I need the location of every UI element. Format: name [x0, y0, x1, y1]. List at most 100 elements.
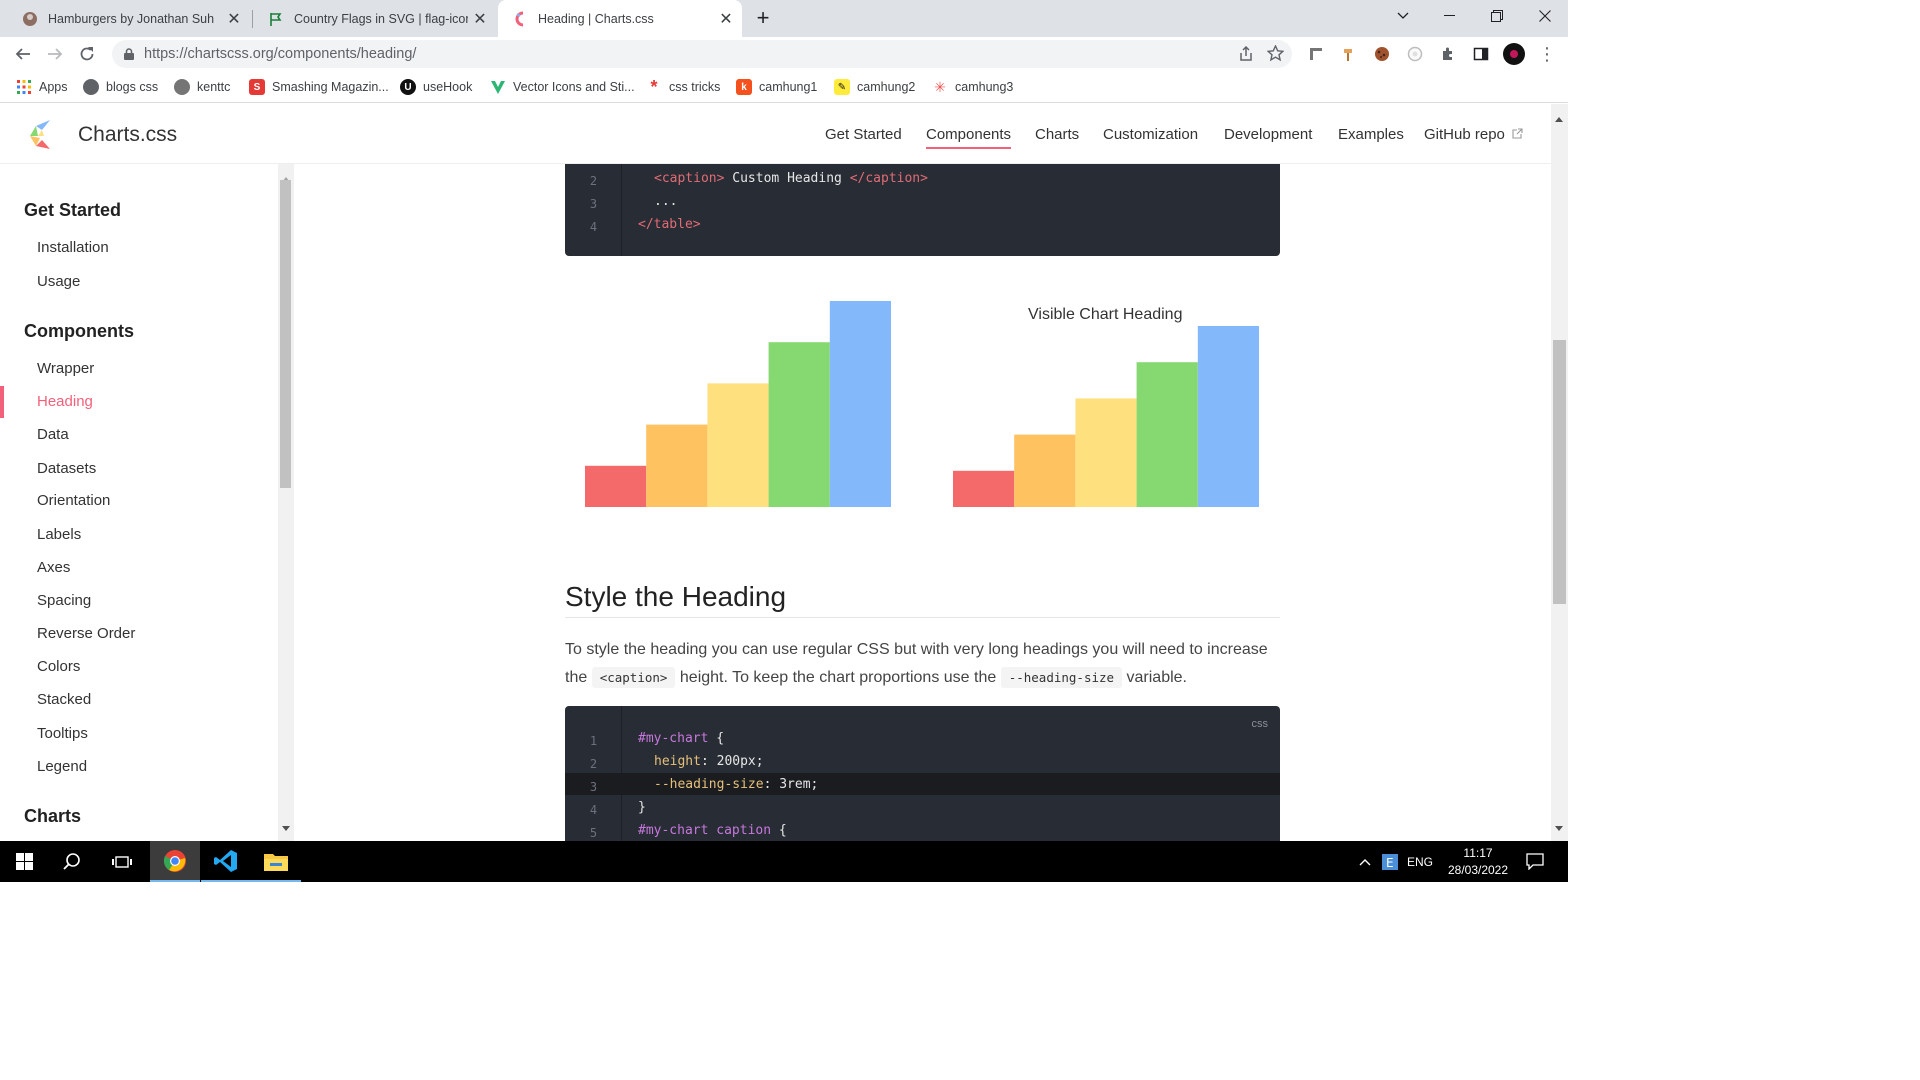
chart-bar-2 — [1014, 434, 1076, 507]
code-token: : 3rem; — [763, 777, 819, 792]
site-logo-text[interactable]: Charts.css — [78, 123, 177, 147]
sidebar-group-get-started[interactable]: Get Started — [24, 200, 121, 221]
sidebar-item-installation[interactable]: Installation — [37, 239, 109, 256]
code-line-1: #my-chart { — [638, 731, 724, 746]
restore-icon[interactable] — [1474, 0, 1520, 32]
sidebar-item-spacing[interactable]: Spacing — [37, 592, 91, 609]
flower-icon: ✳ — [934, 78, 946, 95]
profile-avatar[interactable] — [1501, 41, 1527, 67]
bar-chart-visible-heading — [953, 326, 1259, 507]
chart-visible-heading: Visible Chart Heading — [1028, 306, 1183, 323]
close-tab-icon[interactable]: ✕ — [468, 7, 492, 31]
section-paragraph: To style the heading you can use regular… — [565, 636, 1285, 692]
tab-hamburgers[interactable]: Hamburgers by Jonathan Suh ✕ — [8, 0, 250, 37]
inline-code-caption: <caption> — [591, 667, 676, 688]
extensions-puzzle-icon[interactable] — [1435, 41, 1461, 67]
docs-sidebar: Get Started Installation Usage Component… — [0, 164, 278, 841]
task-view-icon[interactable] — [98, 841, 146, 882]
code-token: { — [771, 823, 787, 838]
bookmark-blogs-css[interactable]: blogs css — [83, 77, 158, 97]
lock-icon[interactable] — [124, 48, 134, 60]
sidebar-item-usage[interactable]: Usage — [37, 273, 80, 290]
sidebar-item-colors[interactable]: Colors — [37, 658, 80, 675]
bookmark-camhung1[interactable]: k camhung1 — [736, 77, 817, 97]
clock-date: 28/03/2022 — [1447, 862, 1509, 877]
forward-arrow-icon[interactable] — [42, 41, 68, 67]
sidebar-item-datasets[interactable]: Datasets — [37, 460, 96, 477]
bookmark-usehook[interactable]: UuseHook — [400, 77, 472, 97]
bookmark-kenttc[interactable]: kenttc — [174, 77, 230, 97]
sidebar-group-components[interactable]: Components — [24, 321, 134, 342]
nav-development[interactable]: Development — [1224, 126, 1312, 143]
close-tab-icon[interactable]: ✕ — [714, 7, 738, 31]
nav-components[interactable]: Components — [926, 126, 1012, 149]
chartscss-logo-icon[interactable] — [26, 116, 56, 157]
sidebar-item-legend[interactable]: Legend — [37, 758, 87, 775]
sidebar-item-heading[interactable]: Heading — [37, 393, 93, 410]
nav-github-repo[interactable]: GitHub repo — [1424, 126, 1523, 143]
chart-bar-4 — [768, 342, 830, 507]
chrome-taskbar-icon[interactable] — [150, 841, 200, 882]
bookmark-smashing[interactable]: S Smashing Magazin... — [249, 77, 389, 97]
tab-search-chevron-icon[interactable] — [1380, 0, 1426, 32]
vector-icon — [490, 79, 506, 95]
sidebar-item-labels[interactable]: Labels — [37, 526, 81, 543]
browser-menu-icon[interactable]: ⋮ — [1534, 41, 1560, 67]
sidebar-item-reverse-order[interactable]: Reverse Order — [37, 625, 135, 642]
bookmark-apps[interactable]: Apps — [16, 77, 68, 97]
chart-bar-5 — [1197, 326, 1259, 507]
share-icon[interactable] — [1238, 45, 1254, 67]
back-arrow-icon[interactable] — [10, 41, 36, 67]
vscode-taskbar-icon[interactable] — [201, 841, 251, 882]
bookmark-star-icon[interactable] — [1266, 44, 1285, 67]
nav-examples[interactable]: Examples — [1338, 126, 1404, 143]
sidebar-item-axes[interactable]: Axes — [37, 559, 70, 576]
side-panel-icon[interactable] — [1468, 41, 1494, 67]
sidebar-item-stacked[interactable]: Stacked — [37, 691, 91, 708]
nav-charts[interactable]: Charts — [1035, 126, 1079, 143]
file-explorer-taskbar-icon[interactable] — [251, 841, 301, 882]
tab-flag-icons[interactable]: Country Flags in SVG | flag-icons ✕ — [254, 0, 496, 37]
extension-circle-icon[interactable] — [1402, 41, 1428, 67]
reload-icon[interactable] — [74, 41, 100, 67]
windows-start-icon[interactable] — [0, 841, 48, 882]
extension-hammer-icon[interactable] — [1336, 41, 1362, 67]
sidebar-active-indicator — [0, 386, 4, 418]
bookmark-label: kenttc — [197, 80, 231, 94]
scroll-down-arrow-icon[interactable] — [282, 818, 290, 836]
close-tab-icon[interactable]: ✕ — [222, 7, 246, 31]
sidebar-item-orientation[interactable]: Orientation — [37, 492, 110, 509]
sidebar-scroll-thumb[interactable] — [280, 180, 291, 488]
clock[interactable]: 11:17 28/03/2022 — [1440, 841, 1516, 882]
bookmark-css-tricks[interactable]: * css tricks — [646, 77, 720, 97]
extension-flag-icon[interactable] — [1303, 41, 1329, 67]
tab-heading-chartscss[interactable]: Heading | Charts.css ✕ — [498, 0, 742, 37]
paragraph-text: height. To keep the chart proportions us… — [679, 669, 997, 686]
close-window-icon[interactable] — [1522, 0, 1568, 32]
sidebar-group-charts[interactable]: Charts — [24, 806, 81, 827]
sidebar-item-tooltips[interactable]: Tooltips — [37, 725, 88, 742]
search-icon[interactable] — [48, 841, 96, 882]
input-method-icon[interactable]: E — [1380, 841, 1400, 882]
minimize-icon[interactable] — [1426, 0, 1472, 32]
extension-cookie-icon[interactable] — [1369, 41, 1395, 67]
page-scroll-thumb[interactable] — [1553, 340, 1566, 604]
scroll-down-arrow-icon[interactable] — [1555, 818, 1563, 836]
bookmark-label: Vector Icons and Sti... — [513, 80, 635, 94]
bookmark-camhung2[interactable]: ✎ camhung2 — [834, 77, 915, 97]
bookmark-camhung3[interactable]: ✳ camhung3 — [932, 77, 1013, 97]
language-indicator[interactable]: ENG — [1404, 841, 1436, 882]
new-tab-plus-icon[interactable]: + — [750, 5, 776, 31]
bookmark-vector-icons[interactable]: Vector Icons and Sti... — [490, 77, 635, 97]
sidebar-item-wrapper[interactable]: Wrapper — [37, 360, 94, 377]
code-token: height — [654, 754, 701, 769]
sidebar-item-data[interactable]: Data — [37, 426, 69, 443]
nav-get-started[interactable]: Get Started — [825, 126, 902, 143]
nav-customization[interactable]: Customization — [1103, 126, 1198, 143]
bookmark-label: blogs css — [106, 80, 159, 94]
notifications-icon[interactable] — [1520, 841, 1550, 882]
address-bar[interactable]: https://chartscss.org/components/heading… — [112, 40, 1292, 68]
tray-chevron-up-icon[interactable] — [1356, 841, 1374, 882]
main-content: 2 3 4 <caption> Custom Heading </caption… — [294, 164, 1551, 841]
scroll-up-arrow-icon[interactable] — [1555, 109, 1563, 127]
